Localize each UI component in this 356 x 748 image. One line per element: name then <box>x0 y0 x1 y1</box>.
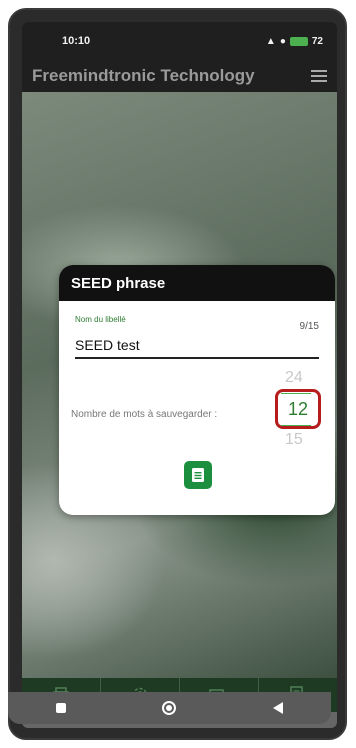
seed-phrase-dialog: SEED phrase Nom du libellé 9/15 SEED tes… <box>59 265 335 515</box>
picker-option-above[interactable]: 24 <box>285 369 303 387</box>
status-bar: 10:10 ▲ ● 72 <box>22 22 337 60</box>
battery-icon <box>289 36 308 46</box>
word-count-picker-selected[interactable]: 12 <box>275 389 321 429</box>
picker-option-below[interactable]: 15 <box>285 431 303 449</box>
app-title: Freemindtronic Technology <box>32 66 255 85</box>
picker-divider-bottom <box>281 425 311 426</box>
picker-selected-value: 12 <box>287 398 309 419</box>
input-underline <box>75 357 319 359</box>
wifi-icon: ● <box>279 35 286 47</box>
phone-frame: 10:10 ▲ ● 72 Freemindtronic Technology S… <box>8 8 347 740</box>
label-name-field-label: Nom du libellé <box>75 315 126 324</box>
back-icon[interactable] <box>272 702 283 714</box>
signal-icon: ▲ <box>265 35 276 47</box>
word-count-label: Nombre de mots à sauvegarder : <box>71 409 218 420</box>
label-name-input[interactable]: SEED test <box>75 337 140 353</box>
recent-apps-icon[interactable] <box>56 703 67 713</box>
character-counter: 9/15 <box>299 321 319 332</box>
home-icon[interactable] <box>162 701 177 715</box>
phone-screen: 10:10 ▲ ● 72 Freemindtronic Technology S… <box>22 22 337 728</box>
hamburger-menu-icon[interactable] <box>311 70 327 82</box>
list-document-icon <box>192 468 204 482</box>
app-bar: Freemindtronic Technology <box>22 60 337 92</box>
save-button[interactable] <box>184 461 212 489</box>
battery-level: 72 <box>311 35 323 47</box>
status-indicators: ▲ ● 72 <box>266 36 323 47</box>
system-navigation-bar <box>8 692 331 724</box>
dialog-title: SEED phrase <box>59 265 335 301</box>
status-time: 10:10 <box>62 35 91 47</box>
